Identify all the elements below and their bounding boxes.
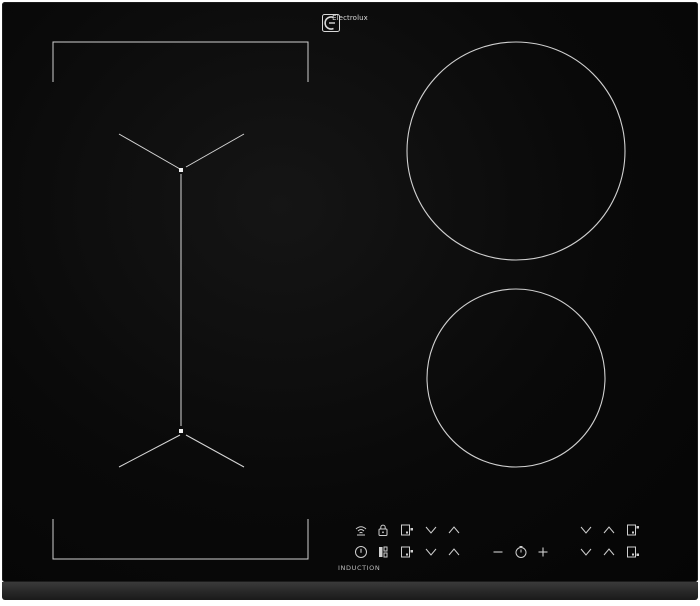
chevron-up-icon[interactable] — [447, 545, 461, 559]
marking-bottom-dot — [179, 429, 183, 433]
power-icon[interactable] — [354, 545, 368, 559]
electrolux-logo-icon — [322, 14, 340, 32]
chevron-up-icon[interactable] — [602, 523, 616, 537]
pause-icon[interactable] — [376, 545, 390, 559]
induction-label: INDUCTION — [338, 564, 381, 572]
marking-top-dot — [179, 168, 183, 172]
bridge-zone-icon[interactable] — [400, 545, 414, 559]
induction-hob: Electrolux INDUCTION — [2, 2, 698, 582]
cooking-zone-medium — [426, 288, 606, 468]
lock-icon[interactable] — [376, 523, 390, 537]
timer-icon[interactable] — [514, 545, 528, 559]
wifi-icon[interactable] — [354, 523, 368, 537]
zone-select-icon[interactable] — [626, 545, 640, 559]
bridge-zone-marking — [118, 133, 245, 468]
frame-top-bracket — [52, 41, 309, 82]
chevron-down-icon[interactable] — [424, 545, 438, 559]
chevron-up-icon[interactable] — [447, 523, 461, 537]
frame-bottom-bracket — [52, 519, 309, 560]
marking-bottom-right-arm — [185, 434, 245, 468]
hob-graphics — [52, 41, 626, 560]
chevron-up-icon[interactable] — [602, 545, 616, 559]
marking-top-left-arm — [118, 133, 181, 170]
hob-front-edge — [2, 582, 698, 600]
plus-icon[interactable] — [536, 545, 550, 559]
chevron-down-icon[interactable] — [579, 545, 593, 559]
bridge-zone-icon[interactable] — [400, 523, 414, 537]
cooking-zone-large — [406, 41, 626, 261]
zone-select-icon[interactable] — [626, 523, 640, 537]
marking-bottom-left-arm — [118, 434, 181, 468]
brand: Electrolux — [322, 14, 378, 32]
chevron-down-icon[interactable] — [424, 523, 438, 537]
chevron-down-icon[interactable] — [579, 523, 593, 537]
marking-top-right-arm — [185, 133, 245, 168]
minus-icon[interactable] — [491, 545, 505, 559]
